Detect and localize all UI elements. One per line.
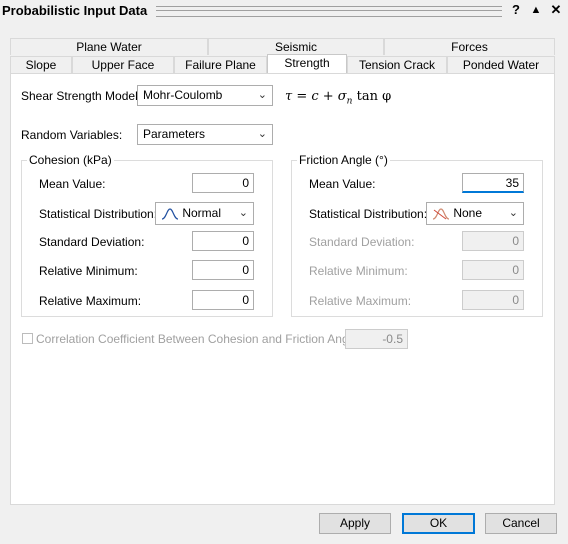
random-variables-label: Random Variables: — [21, 128, 123, 142]
cohesion-dist-label: Statistical Distribution: — [39, 207, 158, 221]
tab-plane-water[interactable]: Plane Water — [10, 38, 208, 55]
friction-relmin-input: 0 — [462, 260, 524, 280]
shear-model-select[interactable]: Mohr-Coulomb ⌄ — [137, 85, 273, 106]
tab-upper-face[interactable]: Upper Face — [72, 56, 174, 73]
formula-sub: n — [346, 96, 353, 107]
pin-button[interactable]: ▲ — [528, 4, 544, 16]
normal-curve-icon — [161, 208, 179, 220]
cohesion-legend: Cohesion (kPa) — [27, 153, 114, 167]
cohesion-relmin-label: Relative Minimum: — [39, 264, 138, 278]
tab-failure-plane[interactable]: Failure Plane — [174, 56, 267, 73]
friction-dist-label: Statistical Distribution: — [309, 207, 428, 221]
friction-relmax-input: 0 — [462, 290, 524, 310]
close-button[interactable]: ✕ — [548, 2, 564, 18]
tab-strength[interactable]: Strength — [267, 54, 347, 74]
friction-relmax-label: Relative Maximum: — [309, 294, 412, 308]
cancel-button[interactable]: Cancel — [485, 513, 557, 534]
apply-button[interactable]: Apply — [319, 513, 391, 534]
friction-std-label: Standard Deviation: — [309, 235, 415, 249]
shear-model-value: Mohr-Coulomb — [143, 88, 223, 102]
shear-model-label: Shear Strength Model: — [21, 89, 142, 103]
friction-dist-select[interactable]: None ⌄ — [426, 202, 524, 225]
tab-forces[interactable]: Forces — [384, 38, 555, 55]
cohesion-relmax-input[interactable]: 0 — [192, 290, 254, 310]
cohesion-mean-label: Mean Value: — [39, 177, 106, 191]
friction-std-input: 0 — [462, 231, 524, 251]
friction-legend: Friction Angle (°) — [297, 153, 390, 167]
random-variables-value: Parameters — [143, 127, 206, 141]
cohesion-dist-value: Normal — [182, 206, 222, 220]
formula-main: τ = c + σ — [285, 89, 347, 104]
window-title: Probabilistic Input Data — [2, 3, 148, 18]
random-variables-select[interactable]: Parameters ⌄ — [137, 124, 273, 145]
cohesion-std-label: Standard Deviation: — [39, 235, 145, 249]
cohesion-std-input[interactable]: 0 — [192, 231, 254, 251]
friction-mean-label: Mean Value: — [309, 177, 376, 191]
chevron-down-icon: ⌄ — [508, 207, 518, 219]
friction-relmin-label: Relative Minimum: — [309, 264, 408, 278]
tab-tension-crack[interactable]: Tension Crack — [347, 56, 447, 73]
title-grip[interactable] — [156, 6, 502, 17]
cohesion-mean-input[interactable]: 0 — [192, 173, 254, 193]
ok-button[interactable]: OK — [402, 513, 475, 534]
correlation-checkbox[interactable] — [22, 333, 33, 344]
tab-slope[interactable]: Slope — [10, 56, 72, 73]
chevron-down-icon: ⌄ — [257, 89, 267, 101]
formula-tail: tan φ — [356, 89, 392, 104]
correlation-label: Correlation Coefficient Between Cohesion… — [36, 332, 362, 346]
shear-formula: τ = c + σn tan φ — [285, 89, 391, 107]
tab-seismic[interactable]: Seismic — [208, 38, 384, 55]
correlation-input: -0.5 — [345, 329, 408, 349]
tab-row-back: Plane Water Seismic Forces — [10, 38, 555, 55]
chevron-down-icon: ⌄ — [257, 128, 267, 140]
cohesion-dist-select[interactable]: Normal ⌄ — [155, 202, 254, 225]
tab-row-front: Slope Upper Face Failure Plane Strength … — [10, 54, 555, 74]
tab-ponded-water[interactable]: Ponded Water — [447, 56, 555, 73]
cohesion-relmax-label: Relative Maximum: — [39, 294, 142, 308]
friction-mean-input[interactable]: 35 — [462, 173, 524, 193]
cohesion-relmin-input[interactable]: 0 — [192, 260, 254, 280]
friction-dist-value: None — [453, 206, 483, 220]
help-button[interactable]: ? — [508, 2, 524, 17]
chevron-down-icon: ⌄ — [238, 207, 248, 219]
none-curve-icon — [432, 208, 450, 220]
